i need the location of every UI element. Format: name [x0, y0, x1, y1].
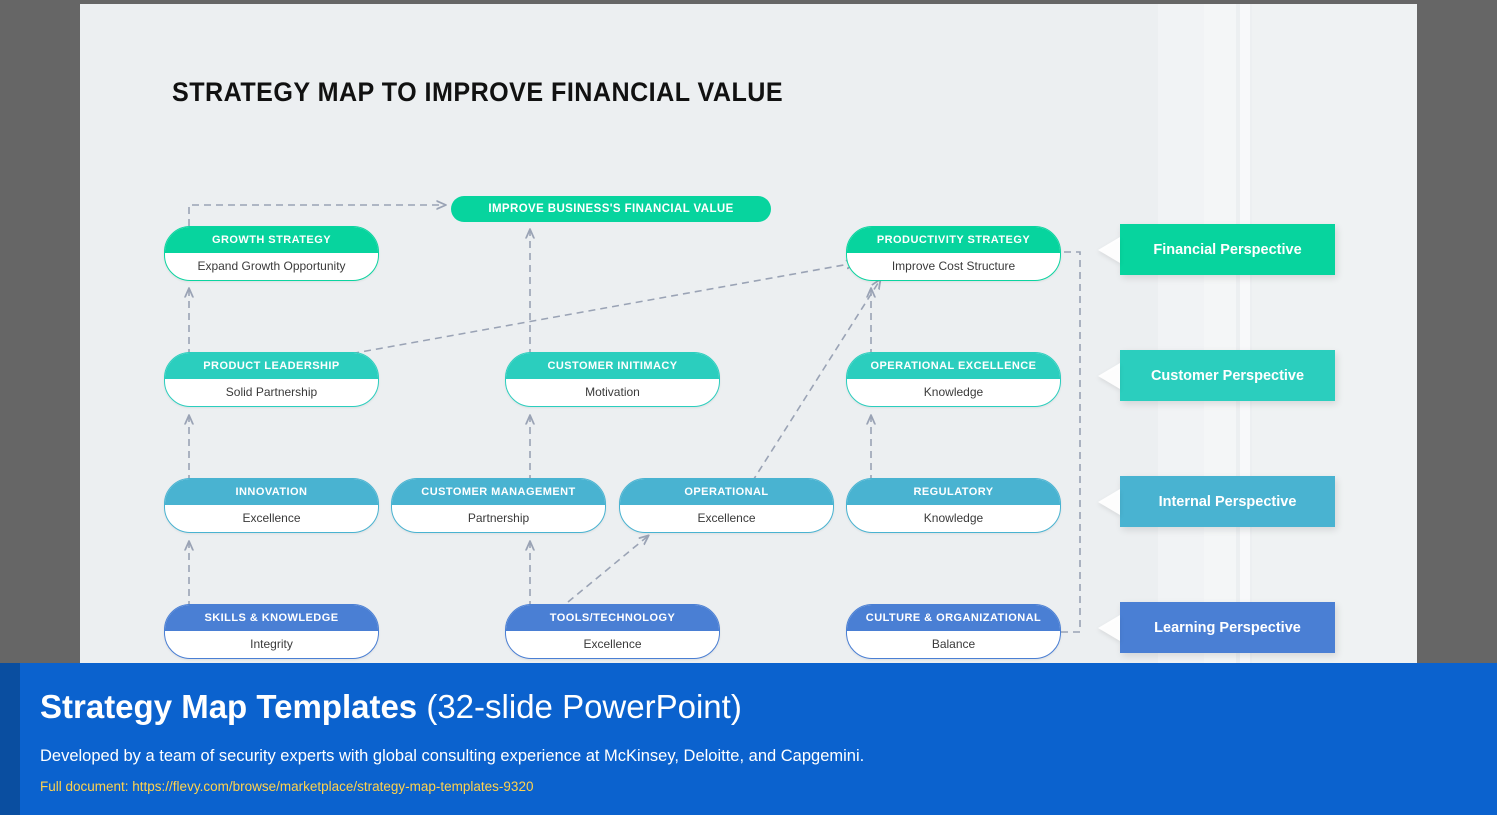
banner-document-link[interactable]: Full document: https://flevy.com/browse/…: [40, 779, 533, 794]
node-subtitle: Excellence: [697, 511, 756, 525]
perspective-label: Internal Perspective: [1158, 493, 1297, 510]
node-growth-strategy[interactable]: GROWTH STRATEGY Expand Growth Opportunit…: [164, 226, 379, 281]
banner-title: Strategy Map Templates (32-slide PowerPo…: [40, 688, 742, 726]
node-skills-and-knowledge[interactable]: SKILLS & KNOWLEDGE Integrity: [164, 604, 379, 659]
promo-banner: Strategy Map Templates (32-slide PowerPo…: [0, 663, 1497, 815]
node-subtitle: Integrity: [250, 637, 293, 651]
node-subtitle: Knowledge: [923, 511, 984, 525]
node-title: REGULATORY: [847, 479, 1060, 505]
node-title: IMPROVE BUSINESS'S FINANCIAL VALUE: [488, 203, 734, 215]
perspective-internal[interactable]: Internal Perspective: [1098, 476, 1335, 527]
node-title: TOOLS/TECHNOLOGY: [506, 605, 719, 631]
node-title: CUSTOMER MANAGEMENT: [392, 479, 605, 505]
banner-subtitle: Developed by a team of security experts …: [40, 747, 865, 765]
node-operational-excellence[interactable]: OPERATIONAL EXCELLENCE Knowledge: [846, 352, 1061, 407]
node-improve-business-financial-value[interactable]: IMPROVE BUSINESS'S FINANCIAL VALUE: [451, 196, 771, 222]
triangle-tab-icon: [1098, 488, 1120, 515]
node-subtitle: Excellence: [583, 637, 642, 651]
node-subtitle: Excellence: [242, 511, 301, 525]
node-innovation[interactable]: INNOVATION Excellence: [164, 478, 379, 533]
node-operational[interactable]: OPERATIONAL Excellence: [619, 478, 834, 533]
node-title: INNOVATION: [165, 479, 378, 505]
perspective-customer[interactable]: Customer Perspective: [1098, 350, 1335, 401]
node-subtitle: Partnership: [467, 511, 530, 525]
perspective-label: Learning Perspective: [1154, 619, 1301, 636]
node-title: OPERATIONAL: [620, 479, 833, 505]
node-subtitle: Balance: [931, 637, 976, 651]
node-regulatory[interactable]: REGULATORY Knowledge: [846, 478, 1061, 533]
banner-title-strong: Strategy Map Templates: [40, 688, 418, 725]
node-subtitle: Knowledge: [923, 385, 984, 399]
perspective-label: Customer Perspective: [1150, 367, 1305, 384]
node-title: OPERATIONAL EXCELLENCE: [847, 353, 1060, 379]
banner-left-strip: [0, 663, 20, 815]
triangle-tab-icon: [1098, 236, 1120, 263]
screenshot-root: STRATEGY MAP TO IMPROVE FINANCIAL VALUE: [0, 0, 1497, 815]
node-customer-management[interactable]: CUSTOMER MANAGEMENT Partnership: [391, 478, 606, 533]
node-title: SKILLS & KNOWLEDGE: [165, 605, 378, 631]
banner-title-light: (32-slide PowerPoint): [426, 688, 742, 725]
triangle-tab-icon: [1098, 362, 1120, 389]
node-customer-initimacy[interactable]: CUSTOMER INITIMACY Motivation: [505, 352, 720, 407]
node-tools-technology[interactable]: TOOLS/TECHNOLOGY Excellence: [505, 604, 720, 659]
node-title: PRODUCT LEADERSHIP: [165, 353, 378, 379]
node-productivity-strategy[interactable]: PRODUCTIVITY STRATEGY Improve Cost Struc…: [846, 226, 1061, 281]
node-title: GROWTH STRATEGY: [165, 227, 378, 253]
slide-canvas: STRATEGY MAP TO IMPROVE FINANCIAL VALUE: [80, 4, 1417, 664]
node-subtitle: Solid Partnership: [225, 385, 318, 399]
perspective-label: Financial Perspective: [1153, 241, 1302, 258]
node-title: CULTURE & ORGANIZATIONAL: [847, 605, 1060, 631]
perspective-financial[interactable]: Financial Perspective: [1098, 224, 1335, 275]
node-title: PRODUCTIVITY STRATEGY: [847, 227, 1060, 253]
node-subtitle: Motivation: [585, 385, 640, 399]
triangle-tab-icon: [1098, 614, 1120, 641]
node-subtitle: Expand Growth Opportunity: [197, 259, 346, 273]
node-title: CUSTOMER INITIMACY: [506, 353, 719, 379]
node-product-leadership[interactable]: PRODUCT LEADERSHIP Solid Partnership: [164, 352, 379, 407]
node-subtitle: Improve Cost Structure: [891, 259, 1016, 273]
perspective-learning[interactable]: Learning Perspective: [1098, 602, 1335, 653]
node-culture-and-organizational[interactable]: CULTURE & ORGANIZATIONAL Balance: [846, 604, 1061, 659]
connector-layer: [80, 4, 1081, 633]
